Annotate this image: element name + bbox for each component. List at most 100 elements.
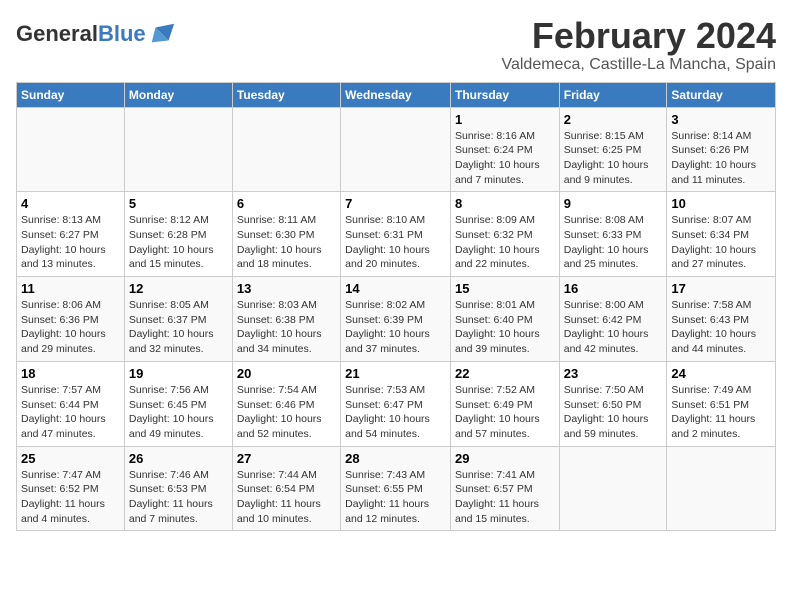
day-number: 11 (21, 281, 120, 296)
calendar-cell: 8 Sunrise: 8:09 AMSunset: 6:32 PMDaylight… (450, 192, 559, 277)
calendar-subtitle: Valdemeca, Castille-La Mancha, Spain (501, 56, 776, 74)
day-header-monday: Monday (124, 82, 232, 107)
day-number: 22 (455, 366, 555, 381)
day-info: Sunrise: 8:09 AMSunset: 6:32 PMDaylight:… (455, 213, 555, 272)
day-info: Sunrise: 7:58 AMSunset: 6:43 PMDaylight:… (671, 298, 771, 357)
day-info: Sunrise: 7:46 AMSunset: 6:53 PMDaylight:… (129, 468, 228, 527)
calendar-cell: 26 Sunrise: 7:46 AMSunset: 6:53 PMDayligh… (124, 446, 232, 531)
day-info: Sunrise: 8:14 AMSunset: 6:26 PMDaylight:… (671, 129, 771, 188)
day-header-thursday: Thursday (450, 82, 559, 107)
week-row-2: 4Sunrise: 8:13 AMSunset: 6:27 PMDaylight… (17, 192, 776, 277)
day-info: Sunrise: 8:01 AMSunset: 6:40 PMDaylight:… (455, 298, 555, 357)
day-info: Sunrise: 7:49 AMSunset: 6:51 PMDaylight:… (671, 383, 771, 442)
title-block: February 2024 Valdemeca, Castille-La Man… (501, 16, 776, 74)
day-info: Sunrise: 8:08 AMSunset: 6:33 PMDaylight:… (564, 213, 663, 272)
calendar-cell (559, 446, 667, 531)
day-header-tuesday: Tuesday (232, 82, 340, 107)
day-number: 10 (671, 196, 771, 211)
day-number: 20 (237, 366, 336, 381)
calendar-cell: 23Sunrise: 7:50 AMSunset: 6:50 PMDayligh… (559, 361, 667, 446)
calendar-cell: 18 Sunrise: 7:57 AMSunset: 6:44 PMDayligh… (17, 361, 125, 446)
calendar-cell (667, 446, 776, 531)
week-row-3: 11 Sunrise: 8:06 AMSunset: 6:36 PMDayligh… (17, 277, 776, 362)
day-info: Sunrise: 8:10 AMSunset: 6:31 PMDaylight:… (345, 213, 446, 272)
day-number: 18 (21, 366, 120, 381)
day-info: Sunrise: 7:56 AMSunset: 6:45 PMDaylight:… (129, 383, 228, 442)
day-number: 21 (345, 366, 446, 381)
calendar-cell: 21 Sunrise: 7:53 AMSunset: 6:47 PMDayligh… (341, 361, 451, 446)
day-info: Sunrise: 8:15 AMSunset: 6:25 PMDaylight:… (564, 129, 663, 188)
day-number: 26 (129, 451, 228, 466)
day-number: 27 (237, 451, 336, 466)
calendar-cell: 13Sunrise: 8:03 AMSunset: 6:38 PMDayligh… (232, 277, 340, 362)
day-number: 14 (345, 281, 446, 296)
calendar-cell: 11 Sunrise: 8:06 AMSunset: 6:36 PMDayligh… (17, 277, 125, 362)
calendar-cell: 29 Sunrise: 7:41 AMSunset: 6:57 PMDayligh… (450, 446, 559, 531)
day-info: Sunrise: 8:05 AMSunset: 6:37 PMDaylight:… (129, 298, 228, 357)
day-info: Sunrise: 7:53 AMSunset: 6:47 PMDaylight:… (345, 383, 446, 442)
calendar-cell: 25Sunrise: 7:47 AMSunset: 6:52 PMDayligh… (17, 446, 125, 531)
day-info: Sunrise: 7:44 AMSunset: 6:54 PMDaylight:… (237, 468, 336, 527)
calendar-cell: 15 Sunrise: 8:01 AMSunset: 6:40 PMDayligh… (450, 277, 559, 362)
day-info: Sunrise: 8:13 AMSunset: 6:27 PMDaylight:… (21, 213, 120, 272)
day-number: 15 (455, 281, 555, 296)
calendar-cell: 16 Sunrise: 8:00 AMSunset: 6:42 PMDayligh… (559, 277, 667, 362)
day-info: Sunrise: 7:43 AMSunset: 6:55 PMDaylight:… (345, 468, 446, 527)
calendar-cell (341, 107, 451, 192)
calendar-cell: 2Sunrise: 8:15 AMSunset: 6:25 PMDaylight… (559, 107, 667, 192)
day-header-row: SundayMondayTuesdayWednesdayThursdayFrid… (17, 82, 776, 107)
day-info: Sunrise: 8:00 AMSunset: 6:42 PMDaylight:… (564, 298, 663, 357)
day-number: 5 (129, 196, 228, 211)
calendar-cell: 9 Sunrise: 8:08 AMSunset: 6:33 PMDaylight… (559, 192, 667, 277)
calendar-cell: 27 Sunrise: 7:44 AMSunset: 6:54 PMDayligh… (232, 446, 340, 531)
day-number: 19 (129, 366, 228, 381)
calendar-cell: 3Sunrise: 8:14 AMSunset: 6:26 PMDaylight… (667, 107, 776, 192)
calendar-cell (124, 107, 232, 192)
calendar-cell: 4Sunrise: 8:13 AMSunset: 6:27 PMDaylight… (17, 192, 125, 277)
calendar-cell: 14Sunrise: 8:02 AMSunset: 6:39 PMDayligh… (341, 277, 451, 362)
day-info: Sunrise: 7:41 AMSunset: 6:57 PMDaylight:… (455, 468, 555, 527)
day-info: Sunrise: 8:07 AMSunset: 6:34 PMDaylight:… (671, 213, 771, 272)
day-number: 12 (129, 281, 228, 296)
day-number: 6 (237, 196, 336, 211)
calendar-cell: 19 Sunrise: 7:56 AMSunset: 6:45 PMDayligh… (124, 361, 232, 446)
calendar-cell: 7Sunrise: 8:10 AMSunset: 6:31 PMDaylight… (341, 192, 451, 277)
week-row-1: 1Sunrise: 8:16 AMSunset: 6:24 PMDaylight… (17, 107, 776, 192)
day-number: 17 (671, 281, 771, 296)
day-info: Sunrise: 8:12 AMSunset: 6:28 PMDaylight:… (129, 213, 228, 272)
calendar-cell (232, 107, 340, 192)
calendar-cell: 17 Sunrise: 7:58 AMSunset: 6:43 PMDayligh… (667, 277, 776, 362)
day-number: 1 (455, 112, 555, 127)
logo-text: GeneralBlue (16, 23, 146, 45)
day-info: Sunrise: 8:06 AMSunset: 6:36 PMDaylight:… (21, 298, 120, 357)
calendar-cell: 1Sunrise: 8:16 AMSunset: 6:24 PMDaylight… (450, 107, 559, 192)
calendar-cell (17, 107, 125, 192)
day-header-saturday: Saturday (667, 82, 776, 107)
calendar-cell: 5 Sunrise: 8:12 AMSunset: 6:28 PMDaylight… (124, 192, 232, 277)
day-number: 9 (564, 196, 663, 211)
day-info: Sunrise: 8:03 AMSunset: 6:38 PMDaylight:… (237, 298, 336, 357)
day-info: Sunrise: 7:54 AMSunset: 6:46 PMDaylight:… (237, 383, 336, 442)
day-info: Sunrise: 8:11 AMSunset: 6:30 PMDaylight:… (237, 213, 336, 272)
day-number: 24 (671, 366, 771, 381)
day-number: 29 (455, 451, 555, 466)
calendar-cell: 12 Sunrise: 8:05 AMSunset: 6:37 PMDayligh… (124, 277, 232, 362)
calendar-cell: 24 Sunrise: 7:49 AMSunset: 6:51 PMDayligh… (667, 361, 776, 446)
day-header-wednesday: Wednesday (341, 82, 451, 107)
day-info: Sunrise: 7:52 AMSunset: 6:49 PMDaylight:… (455, 383, 555, 442)
calendar-cell: 6 Sunrise: 8:11 AMSunset: 6:30 PMDaylight… (232, 192, 340, 277)
week-row-4: 18 Sunrise: 7:57 AMSunset: 6:44 PMDayligh… (17, 361, 776, 446)
day-number: 16 (564, 281, 663, 296)
day-header-friday: Friday (559, 82, 667, 107)
calendar-cell: 22 Sunrise: 7:52 AMSunset: 6:49 PMDayligh… (450, 361, 559, 446)
week-row-5: 25Sunrise: 7:47 AMSunset: 6:52 PMDayligh… (17, 446, 776, 531)
day-info: Sunrise: 7:47 AMSunset: 6:52 PMDaylight:… (21, 468, 120, 527)
day-number: 23 (564, 366, 663, 381)
logo: GeneralBlue (16, 20, 176, 48)
calendar-cell: 20 Sunrise: 7:54 AMSunset: 6:46 PMDayligh… (232, 361, 340, 446)
day-info: Sunrise: 7:57 AMSunset: 6:44 PMDaylight:… (21, 383, 120, 442)
calendar-cell: 28Sunrise: 7:43 AMSunset: 6:55 PMDayligh… (341, 446, 451, 531)
calendar-cell: 10 Sunrise: 8:07 AMSunset: 6:34 PMDayligh… (667, 192, 776, 277)
calendar-table: SundayMondayTuesdayWednesdayThursdayFrid… (16, 82, 776, 532)
day-number: 8 (455, 196, 555, 211)
